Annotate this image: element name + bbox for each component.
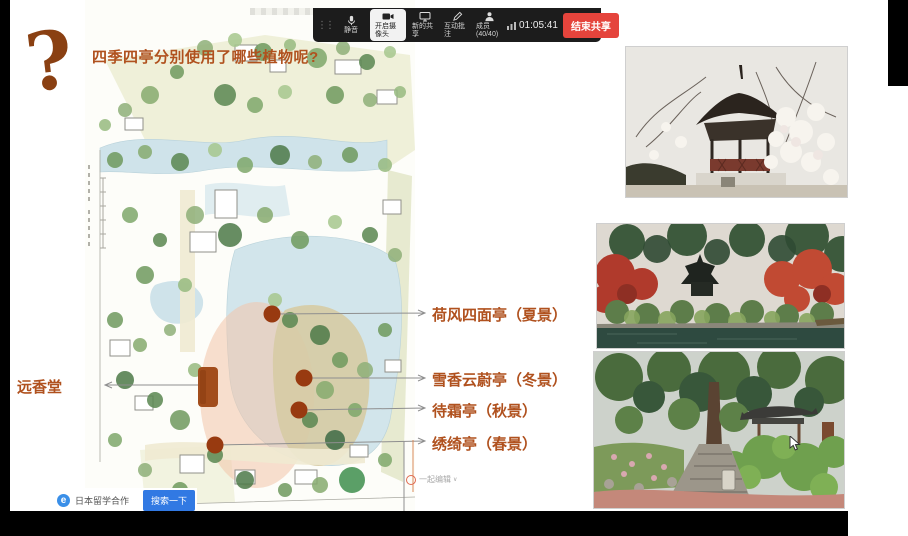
photo-green-garden-path xyxy=(593,351,845,509)
person-icon xyxy=(484,11,495,22)
collab-edit-widget[interactable]: 一起编辑 ∨ xyxy=(406,474,457,485)
new-share-button[interactable]: 新的共享 xyxy=(412,11,438,39)
chevron-down-icon: ∨ xyxy=(453,476,457,483)
letterbox-top-right xyxy=(888,0,908,86)
photo-autumn-maples-pond xyxy=(596,223,845,349)
callout-winter-pavilion: 雪香云蔚亭（冬景） xyxy=(432,369,567,390)
ad-text: 日本留学合作 xyxy=(75,494,129,507)
camera-icon xyxy=(382,11,394,22)
share-screen-icon xyxy=(419,11,431,22)
end-share-button[interactable]: 结束共享 xyxy=(563,13,619,38)
microphone-icon xyxy=(346,15,357,26)
annotation-button[interactable]: 互动批注 xyxy=(444,11,470,39)
browser-logo-icon: e xyxy=(57,494,70,507)
callout-summer-pavilion: 荷风四面亭（夏景） xyxy=(432,304,567,325)
letterbox-bottom xyxy=(0,511,848,536)
members-button[interactable]: 成员(40/40) xyxy=(476,11,502,39)
toolbar-drag-handle[interactable]: ⋮⋮ xyxy=(317,20,333,31)
pen-icon xyxy=(452,11,463,22)
mute-button[interactable]: 静音 xyxy=(338,15,364,35)
mouse-cursor xyxy=(789,436,801,452)
callout-spring-pavilion: 绣绮亭（春景） xyxy=(432,433,537,454)
garden-map xyxy=(85,0,415,515)
meeting-toolbar: ⋮⋮ 静音 开启摄像头 新的共享 互动批注 xyxy=(313,8,601,42)
signal-icon xyxy=(507,21,516,30)
screen-share-view: ? 四季四亭分别使用了哪些植物呢? 荷风四面亭（夏景） 雪香云蔚亭（冬景） 待霜… xyxy=(0,0,908,536)
photo-plum-blossom-pavilion xyxy=(625,46,848,198)
map-title-strip xyxy=(250,8,322,15)
collab-avatar-icon xyxy=(406,475,416,485)
question-mark-graphic: ? xyxy=(20,11,78,110)
camera-button[interactable]: 开启摄像头 xyxy=(370,9,406,41)
ad-banner: e 日本留学合作 搜索一下 xyxy=(55,488,197,513)
label-yuanxiangtang: 远香堂 xyxy=(17,376,62,397)
callout-autumn-pavilion: 待霜亭（秋景） xyxy=(432,400,537,421)
search-button[interactable]: 搜索一下 xyxy=(143,490,195,511)
letterbox-left xyxy=(0,0,10,536)
slide-title: 四季四亭分别使用了哪些植物呢? xyxy=(92,46,319,67)
meeting-timer: 01:05:41 xyxy=(507,20,558,31)
